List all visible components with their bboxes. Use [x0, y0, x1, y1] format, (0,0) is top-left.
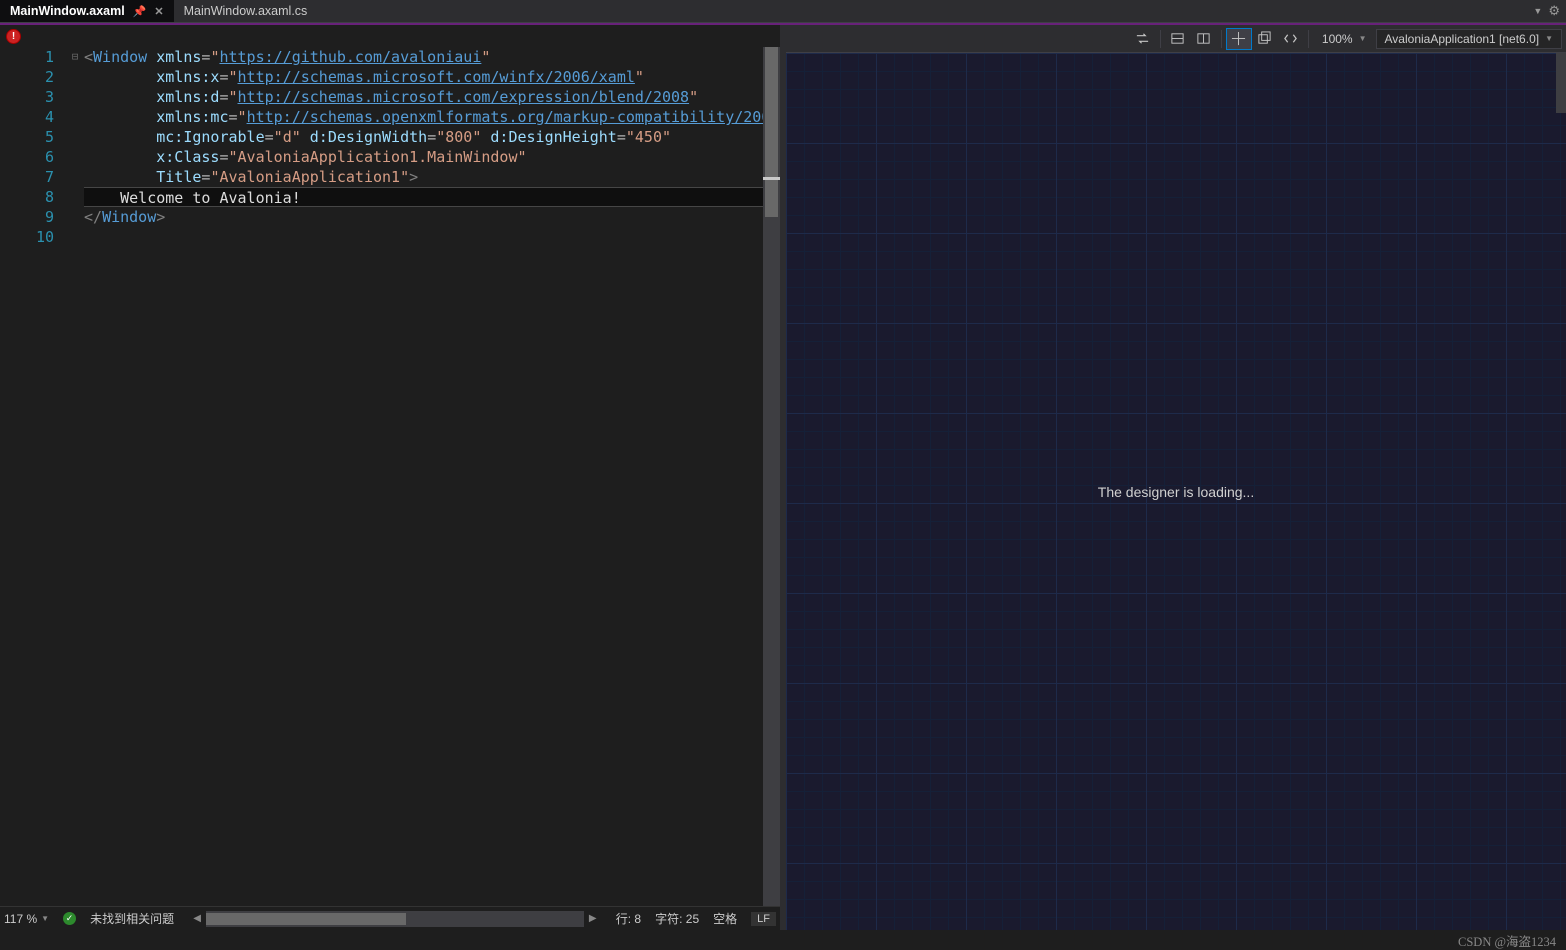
tab-mainwindow-axaml[interactable]: MainWindow.axaml 📌 ✕ [0, 0, 174, 22]
tab-bar: MainWindow.axaml 📌 ✕ MainWindow.axaml.cs… [0, 0, 1566, 23]
editor-zoom[interactable]: 117 % ▼ [4, 912, 49, 926]
scroll-right-icon[interactable]: ▶ [584, 913, 602, 924]
close-icon[interactable]: ✕ [154, 5, 163, 18]
editor-pane: ! 1 2 3 4 5 6 7 8 9 10 ⊟ <Window xmlns="… [0, 25, 780, 930]
xml-attr: mc:Ignorable [156, 128, 264, 146]
popout-icon[interactable] [1252, 28, 1278, 50]
fold-gutter: ⊟ [66, 47, 84, 906]
xml-attr: xmlns:x [156, 68, 219, 86]
code-body[interactable]: <Window xmlns="https://github.com/avalon… [84, 47, 780, 906]
scroll-left-icon[interactable]: ◀ [188, 913, 206, 924]
line-no: 6 [0, 147, 54, 167]
cursor-line[interactable]: 行: 8 [616, 910, 641, 927]
window-statusbar: CSDN @海盗1234 [0, 930, 1566, 950]
xml-element: Window [93, 48, 147, 66]
xml-attr: Title [156, 168, 201, 186]
line-number-gutter: 1 2 3 4 5 6 7 8 9 10 [0, 47, 66, 906]
tab-label: MainWindow.axaml [10, 4, 125, 18]
line-no: 7 [0, 167, 54, 187]
designer-pane: 100% ▼ AvaloniaApplication1 [net6.0] ▼ T… [786, 25, 1566, 930]
designer-canvas[interactable]: The designer is loading... [786, 53, 1566, 930]
zoom-value: 100% [1322, 32, 1353, 46]
xml-attr: x:Class [156, 148, 219, 166]
split-horizontal-icon[interactable] [1165, 28, 1191, 50]
error-margin-row: ! [0, 25, 780, 47]
xml-attr: xmlns:d [156, 88, 219, 106]
code-view-icon[interactable] [1278, 28, 1304, 50]
designer-toolbar: 100% ▼ AvaloniaApplication1 [net6.0] ▼ [786, 25, 1566, 53]
scrollbar-thumb[interactable] [765, 47, 778, 217]
watermark-label: CSDN @海盗1234 [1458, 931, 1556, 950]
current-line: Welcome to Avalonia! [84, 187, 780, 207]
designer-zoom-selector[interactable]: 100% ▼ [1313, 29, 1376, 49]
code-editor[interactable]: 1 2 3 4 5 6 7 8 9 10 ⊟ <Window xmlns="ht… [0, 47, 780, 906]
scrollbar-thumb[interactable] [206, 913, 406, 925]
line-no: 4 [0, 107, 54, 127]
swap-panes-icon[interactable] [1130, 28, 1156, 50]
gear-icon[interactable]: ⚙ [1548, 3, 1560, 19]
chevron-down-icon: ▼ [1359, 34, 1367, 43]
xml-attr: d:DesignHeight [490, 128, 616, 146]
pointer-mode-icon[interactable] [1226, 28, 1252, 50]
line-no: 9 [0, 207, 54, 227]
horizontal-scrollbar[interactable]: ◀ ▶ [188, 911, 602, 927]
xml-url[interactable]: http://schemas.openxmlformats.org/markup… [247, 108, 780, 126]
status-ok-icon[interactable]: ✓ [63, 912, 76, 925]
error-indicator-icon[interactable]: ! [6, 29, 21, 44]
line-no: 1 [0, 47, 54, 67]
fold-toggle-icon[interactable]: ⊟ [66, 47, 84, 67]
project-target-selector[interactable]: AvaloniaApplication1 [net6.0] ▼ [1376, 29, 1562, 49]
xml-element: Window [102, 208, 156, 226]
xml-attr: xmlns:mc [156, 108, 228, 126]
cursor-char[interactable]: 字符: 25 [655, 910, 699, 927]
line-no: 3 [0, 87, 54, 107]
main-area: ! 1 2 3 4 5 6 7 8 9 10 ⊟ <Window xmlns="… [0, 25, 1566, 930]
xml-attr: xmlns [156, 48, 201, 66]
chevron-down-icon[interactable]: ▼ [41, 914, 49, 923]
xml-url[interactable]: http://schemas.microsoft.com/expression/… [238, 88, 690, 106]
line-no: 5 [0, 127, 54, 147]
eol-mode[interactable]: LF [751, 912, 776, 926]
pin-icon[interactable]: 📌 [133, 5, 147, 18]
vertical-scrollbar[interactable] [763, 47, 780, 906]
xml-url[interactable]: https://github.com/avaloniaui [219, 48, 481, 66]
tab-label: MainWindow.axaml.cs [184, 4, 308, 18]
split-vertical-icon[interactable] [1191, 28, 1217, 50]
editor-statusbar: 117 % ▼ ✓ 未找到相关问题 ◀ ▶ 行: 8 字符: 25 空格 LF [0, 906, 780, 930]
project-label: AvaloniaApplication1 [net6.0] [1385, 32, 1540, 46]
xml-url[interactable]: http://schemas.microsoft.com/winfx/2006/… [238, 68, 635, 86]
tab-bar-right: ▼ ⚙ [1533, 3, 1566, 19]
designer-loading-label: The designer is loading... [1098, 484, 1254, 500]
line-no: 2 [0, 67, 54, 87]
tab-mainwindow-axaml-cs[interactable]: MainWindow.axaml.cs [174, 0, 318, 22]
chevron-down-icon: ▼ [1545, 34, 1553, 43]
line-no: 10 [0, 227, 54, 247]
line-no: 8 [0, 187, 54, 207]
xml-attr: d:DesignWidth [310, 128, 427, 146]
indent-mode[interactable]: 空格 [713, 910, 737, 927]
issues-label[interactable]: 未找到相关问题 [90, 910, 174, 927]
zoom-label: 117 % [4, 912, 37, 926]
overflow-icon[interactable]: ▼ [1533, 6, 1542, 16]
scrollbar-stub [1556, 53, 1566, 113]
scrollbar-marker [763, 177, 780, 180]
